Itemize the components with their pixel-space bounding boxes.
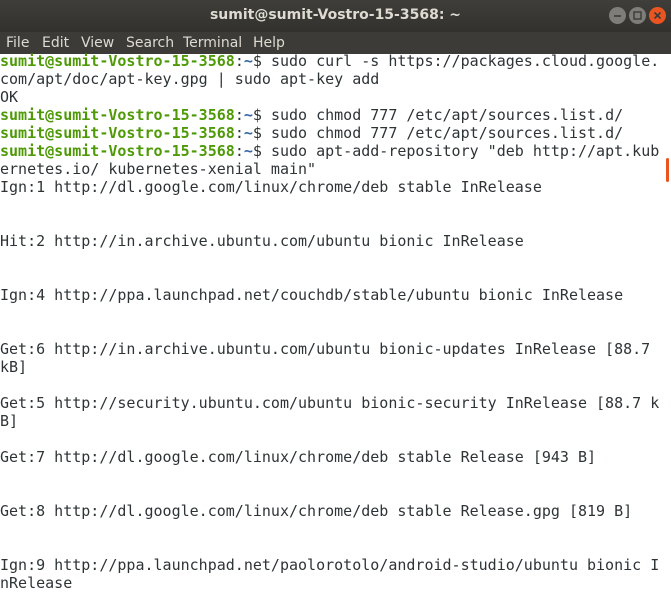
menu-file[interactable]: File <box>6 32 29 54</box>
terminal-output[interactable]: sumit@sumit-Vostro-15-3568:~$ sudo curl … <box>0 52 660 596</box>
prompt-dollar: $ <box>252 142 271 160</box>
prompt-dollar: $ <box>252 124 271 142</box>
prompt-colon: : <box>234 52 244 70</box>
window-title: sumit@sumit-Vostro-15-3568: ~ <box>209 7 462 23</box>
prompt-dollar: $ <box>252 52 271 70</box>
output-line: Ign:9 http://ppa.launchpad.net/paoloroto… <box>0 556 660 574</box>
output-line: Hit:2 http://in.archive.ubuntu.com/ubunt… <box>0 232 524 250</box>
scrollbar-thumb[interactable] <box>666 158 669 182</box>
minimize-icon <box>614 15 621 17</box>
output-line: B] <box>0 412 19 430</box>
menu-edit[interactable]: Edit <box>42 32 69 54</box>
output-line: Ign:4 http://ppa.launchpad.net/couchdb/s… <box>0 286 624 304</box>
output-line: nRelease <box>0 574 73 592</box>
output-line: Ign:1 http://dl.google.com/linux/chrome/… <box>0 178 542 196</box>
close-icon <box>653 11 662 20</box>
maximize-icon <box>633 11 642 20</box>
prompt-line: sumit@sumit-Vostro-15-3568:~$ sudo apt-a… <box>0 142 660 160</box>
command-text: sudo chmod 777 /etc/apt/sources.list.d/ <box>270 124 624 142</box>
terminal-window: sumit@sumit-Vostro-15-3568: ~ File Edit … <box>0 0 671 596</box>
prompt-colon: : <box>234 124 244 142</box>
menu-terminal[interactable]: Terminal <box>183 32 242 54</box>
command-text: sudo apt-add-repository "deb http://apt.… <box>270 142 660 160</box>
command-text: sudo curl -s https://packages.cloud.goog… <box>270 52 660 70</box>
menu-bar: File Edit View Search Terminal Help <box>0 32 671 54</box>
output-line: Get:8 http://dl.google.com/linux/chrome/… <box>0 502 633 520</box>
prompt-line: sumit@sumit-Vostro-15-3568:~$ sudo curl … <box>0 52 660 70</box>
prompt-dollar: $ <box>252 106 271 124</box>
menu-search[interactable]: Search <box>126 32 174 54</box>
output-line: kB] <box>0 358 28 376</box>
maximize-button[interactable] <box>629 7 646 24</box>
output-line: Get:6 http://in.archive.ubuntu.com/ubunt… <box>0 340 651 358</box>
prompt-path: ~ <box>243 52 253 70</box>
minimize-button[interactable] <box>609 7 626 24</box>
title-bar[interactable]: sumit@sumit-Vostro-15-3568: ~ <box>0 0 671 32</box>
close-button[interactable] <box>649 7 666 24</box>
prompt-user: sumit@sumit-Vostro-15-3568 <box>0 52 235 70</box>
prompt-path: ~ <box>243 124 253 142</box>
output-line: OK <box>0 88 19 106</box>
prompt-path: ~ <box>243 142 253 160</box>
command-text: sudo chmod 777 /etc/apt/sources.list.d/ <box>270 106 624 124</box>
prompt-colon: : <box>234 106 244 124</box>
prompt-path: ~ <box>243 106 253 124</box>
menu-view[interactable]: View <box>81 32 114 54</box>
menu-help[interactable]: Help <box>253 32 285 54</box>
output-line: ernetes.io/ kubernetes-xenial main" <box>0 160 317 178</box>
prompt-user: sumit@sumit-Vostro-15-3568 <box>0 124 235 142</box>
output-line: Get:5 http://security.ubuntu.com/ubuntu … <box>0 394 660 412</box>
prompt-line: sumit@sumit-Vostro-15-3568:~$ sudo chmod… <box>0 124 660 142</box>
prompt-user: sumit@sumit-Vostro-15-3568 <box>0 106 235 124</box>
output-line: com/apt/doc/apt-key.gpg | sudo apt-key a… <box>0 70 380 88</box>
prompt-user: sumit@sumit-Vostro-15-3568 <box>0 142 235 160</box>
prompt-colon: : <box>234 142 244 160</box>
output-line: Get:7 http://dl.google.com/linux/chrome/… <box>0 448 597 466</box>
prompt-line: sumit@sumit-Vostro-15-3568:~$ sudo chmod… <box>0 106 660 124</box>
